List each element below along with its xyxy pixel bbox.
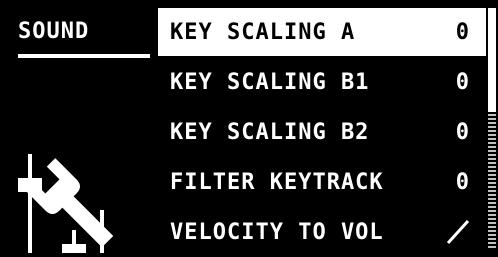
parameter-menu: KEY SCALING A 0 KEY SCALING B1 0 KEY SCA… <box>158 0 486 253</box>
menu-item-label: KEY SCALING B1 <box>170 69 370 95</box>
menu-item-label: KEY SCALING B2 <box>170 119 370 145</box>
menu-scrollbar[interactable] <box>488 8 496 248</box>
menu-item-value: 0 <box>455 69 470 95</box>
menu-item-key-scaling-a[interactable]: KEY SCALING A 0 <box>158 8 486 56</box>
menu-item-label: VELOCITY TO VOL <box>170 219 384 245</box>
section-title: SOUND <box>18 19 90 44</box>
menu-item-key-scaling-b1[interactable]: KEY SCALING B1 0 <box>158 58 486 106</box>
scrollbar-thumb[interactable] <box>488 8 496 112</box>
menu-item-filter-keytrack[interactable]: FILTER KEYTRACK 0 <box>158 158 486 206</box>
menu-item-label: FILTER KEYTRACK <box>170 169 384 195</box>
section-title-underline <box>18 54 150 58</box>
menu-item-value: 0 <box>455 19 470 45</box>
menu-item-label: KEY SCALING A <box>170 19 356 45</box>
wrench-and-faders-icon <box>10 150 125 253</box>
menu-item-velocity-to-vol[interactable]: VELOCITY TO VOL <box>158 208 486 256</box>
menu-item-value: 0 <box>455 119 470 145</box>
device-screen: SOUND KEY SCALING A 0 KEY SCALING B1 0 K… <box>0 0 498 253</box>
menu-item-key-scaling-b2[interactable]: KEY SCALING B2 0 <box>158 108 486 156</box>
menu-item-value: 0 <box>455 169 470 195</box>
diagonal-slash-icon <box>446 219 470 245</box>
